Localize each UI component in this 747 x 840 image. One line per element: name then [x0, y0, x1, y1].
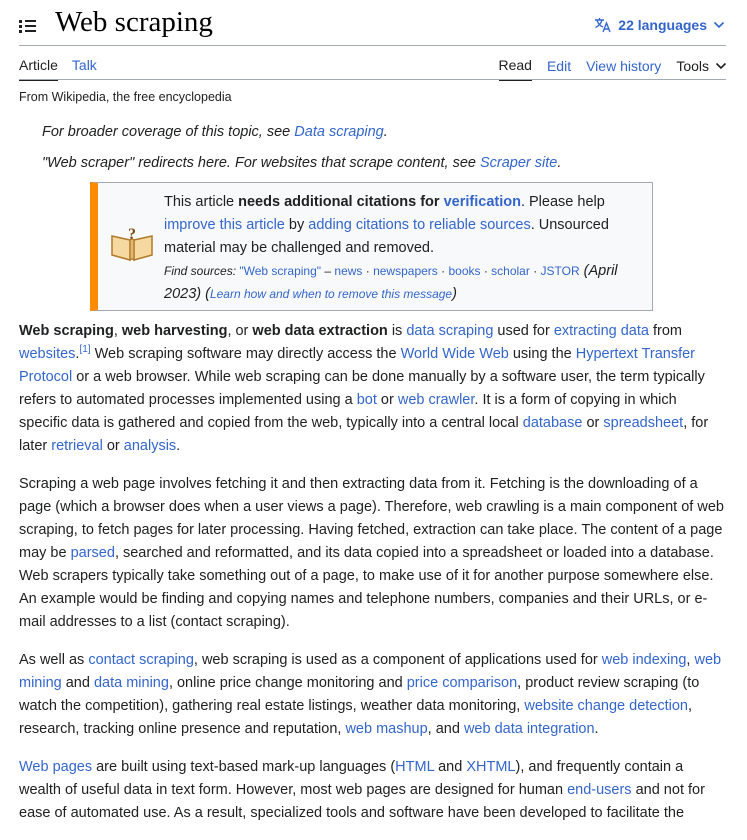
- link[interactable]: web data integration: [464, 721, 595, 737]
- link[interactable]: web indexing: [602, 652, 687, 668]
- page-title: Web scraping: [55, 6, 213, 38]
- link[interactable]: newspapers: [373, 264, 438, 278]
- link[interactable]: retrieval: [51, 438, 103, 454]
- article-body: Web scraping, web harvesting, or web dat…: [19, 320, 725, 840]
- link[interactable]: bot: [357, 392, 377, 408]
- link[interactable]: parsed: [71, 545, 115, 561]
- notice-text: This article needs additional citations …: [164, 194, 618, 302]
- book-question-icon: ?: [111, 227, 153, 262]
- paragraph: Scraping a web page involves fetching it…: [19, 476, 724, 630]
- tab-article[interactable]: Article: [19, 57, 58, 81]
- link[interactable]: web crawler: [398, 392, 475, 408]
- link[interactable]: HTML: [395, 759, 434, 775]
- link[interactable]: data scraping: [406, 323, 493, 339]
- link[interactable]: books: [448, 264, 480, 278]
- link[interactable]: spreadsheet: [603, 415, 683, 431]
- link[interactable]: Learn how and when to remove this messag…: [210, 287, 452, 301]
- languages-button[interactable]: 22 languages: [594, 17, 725, 33]
- paragraph: Web pages are built using text-based mar…: [19, 759, 705, 821]
- languages-label: 22 languages: [618, 17, 707, 33]
- link[interactable]: database: [523, 415, 583, 431]
- hatnote: "Web scraper" redirects here. For websit…: [42, 155, 562, 171]
- paragraph: Web scraping, web harvesting, or web dat…: [19, 323, 709, 454]
- paragraph: As well as contact scraping, web scrapin…: [19, 652, 722, 737]
- main-menu-icon[interactable]: [19, 18, 37, 34]
- link[interactable]: XHTML: [466, 759, 515, 775]
- title-divider: [19, 45, 726, 46]
- link[interactable]: contact scraping: [88, 652, 194, 668]
- tabs-divider: [19, 79, 726, 80]
- link[interactable]: JSTOR: [541, 264, 580, 278]
- chevron-down-icon: [715, 62, 727, 70]
- chevron-down-icon: [713, 21, 725, 29]
- link[interactable]: website change detection: [524, 698, 688, 714]
- translate-icon: [595, 18, 611, 33]
- link[interactable]: Web pages: [19, 759, 92, 775]
- link[interactable]: "Web scraping": [239, 264, 321, 278]
- tab-view-history[interactable]: View history: [586, 58, 661, 80]
- citation-link[interactable]: [1]: [79, 344, 90, 355]
- tools-menu[interactable]: Tools: [676, 58, 727, 80]
- namespace-tabs: Article Talk: [19, 57, 97, 81]
- link[interactable]: World Wide Web: [401, 346, 509, 362]
- citation-notice-box: ? This article needs additional citation…: [90, 182, 653, 311]
- link[interactable]: improve this article: [164, 217, 285, 233]
- link[interactable]: web mashup: [345, 721, 427, 737]
- link[interactable]: Data scraping: [294, 124, 383, 140]
- link[interactable]: end-users: [567, 782, 631, 798]
- link[interactable]: price comparison: [407, 675, 517, 691]
- link[interactable]: Scraper site: [480, 155, 557, 171]
- link[interactable]: verification: [444, 194, 521, 210]
- tab-read[interactable]: Read: [498, 57, 532, 81]
- hatnote: For broader coverage of this topic, see …: [42, 124, 388, 140]
- link[interactable]: analysis: [124, 438, 176, 454]
- tools-label: Tools: [676, 58, 709, 74]
- tab-talk[interactable]: Talk: [72, 57, 97, 81]
- link[interactable]: news: [334, 264, 362, 278]
- link[interactable]: websites: [19, 346, 75, 362]
- tab-edit[interactable]: Edit: [547, 58, 571, 80]
- link[interactable]: data mining: [94, 675, 169, 691]
- tagline: From Wikipedia, the free encyclopedia: [19, 90, 232, 104]
- link[interactable]: adding citations to reliable sources: [308, 217, 530, 233]
- link[interactable]: scholar: [491, 264, 530, 278]
- svg-text:?: ?: [128, 227, 136, 243]
- link[interactable]: extracting data: [554, 323, 649, 339]
- view-tabs: Read Edit View history Tools: [498, 57, 728, 81]
